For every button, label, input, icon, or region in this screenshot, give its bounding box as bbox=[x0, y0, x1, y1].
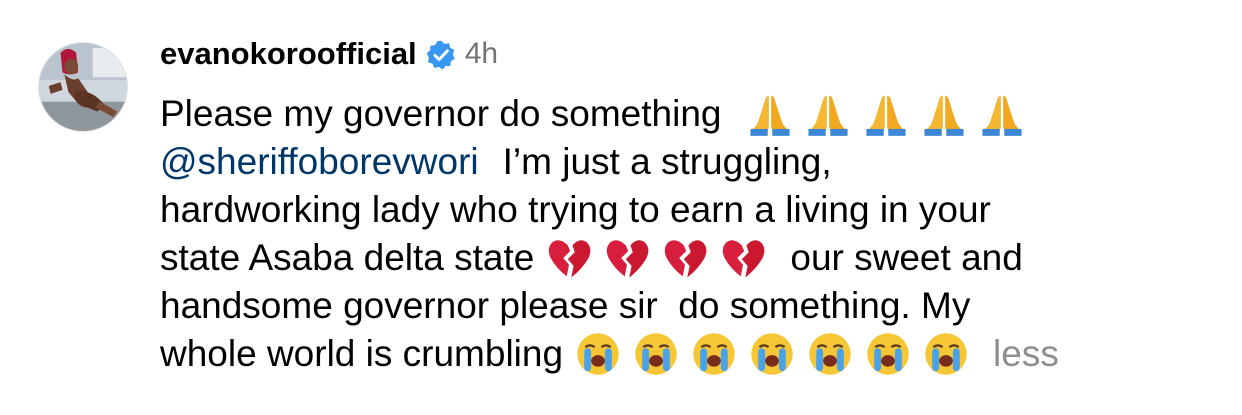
loudly-crying-face-emoji bbox=[807, 331, 853, 377]
loudly-crying-face-emoji bbox=[749, 331, 795, 377]
broken-heart-emoji bbox=[662, 235, 708, 281]
comment-line-1: Please my governor do something bbox=[160, 90, 1230, 138]
mention-link[interactable]: @sheriffoborevwori bbox=[160, 138, 479, 186]
comment-text: hardworking lady who trying to earn a li… bbox=[160, 189, 991, 230]
loudly-crying-face-emoji bbox=[633, 331, 679, 377]
folded-hands-emoji bbox=[863, 91, 909, 137]
comment-line-3: hardworking lady who trying to earn a li… bbox=[160, 186, 1230, 234]
comment-text: whole world is crumbling bbox=[160, 333, 564, 374]
comment-text: our sweet and bbox=[790, 237, 1023, 278]
folded-hands-emoji bbox=[805, 91, 851, 137]
comment-header: evanokoroofficial 4h bbox=[160, 34, 498, 74]
comment-timestamp: 4h bbox=[464, 37, 499, 70]
comment-text: Please my governor do something bbox=[160, 93, 722, 134]
comment-line-2: @sheriffoborevwori I’m just a struggling… bbox=[160, 138, 1230, 186]
comment-text: handsome governor please sir do somethin… bbox=[160, 285, 971, 326]
loudly-crying-face-emoji bbox=[923, 331, 969, 377]
folded-hands-emoji bbox=[921, 91, 967, 137]
broken-heart-emoji bbox=[720, 235, 766, 281]
comment-line-5: handsome governor please sir do somethin… bbox=[160, 282, 1230, 330]
folded-hands-emoji bbox=[747, 91, 793, 137]
loudly-crying-face-emoji bbox=[575, 331, 621, 377]
less-button[interactable]: less bbox=[993, 330, 1059, 378]
avatar-photo bbox=[39, 43, 127, 131]
comment-line-4: state Asaba delta state our sweet and bbox=[160, 234, 1230, 282]
comment-text: I’m just a struggling, bbox=[502, 141, 832, 182]
comment-body: Please my governor do something @sheriff… bbox=[160, 90, 1230, 378]
comment-item: evanokoroofficial 4h Please my governor … bbox=[0, 0, 1242, 415]
comment-line-6: whole world is crumbling less bbox=[160, 330, 1230, 378]
verified-badge-icon bbox=[426, 40, 456, 70]
username-link[interactable]: evanokoroofficial bbox=[160, 36, 417, 72]
avatar[interactable] bbox=[38, 42, 128, 132]
broken-heart-emoji bbox=[604, 235, 650, 281]
broken-heart-emoji bbox=[546, 235, 592, 281]
loudly-crying-face-emoji bbox=[691, 331, 737, 377]
folded-hands-emoji bbox=[979, 91, 1025, 137]
loudly-crying-face-emoji bbox=[865, 331, 911, 377]
comment-text: state Asaba delta state bbox=[160, 237, 535, 278]
